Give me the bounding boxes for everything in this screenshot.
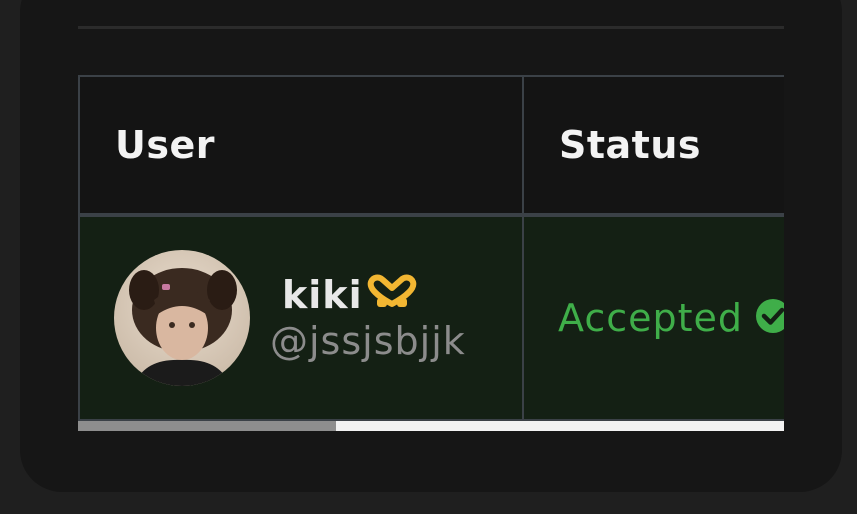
user-names: kiki @jssjsbjjk — [270, 273, 466, 363]
check-circle-icon — [755, 298, 784, 338]
divider — [78, 26, 784, 29]
display-name[interactable]: kiki — [282, 273, 417, 317]
horizontal-scrollbar[interactable] — [78, 421, 784, 431]
status-cell: Accepted — [522, 214, 784, 421]
display-name-text: kiki — [282, 273, 363, 317]
column-header-status[interactable]: Status — [522, 75, 784, 217]
user-cell: kiki @jssjsbjjk — [78, 214, 524, 421]
scrollbar-thumb[interactable] — [78, 421, 336, 431]
table-scroll-container[interactable]: User Status kiki @jssjsbjjk Accepted — [78, 75, 784, 421]
table-header-row: User Status — [78, 75, 784, 217]
avatar[interactable] — [114, 250, 250, 386]
status-text: Accepted — [558, 296, 744, 340]
table-row[interactable]: kiki @jssjsbjjk Accepted — [78, 214, 784, 421]
user-handle: @jssjsbjjk — [270, 319, 466, 363]
users-table: User Status kiki @jssjsbjjk Accepted — [78, 75, 784, 421]
heart-hands-icon — [367, 273, 417, 317]
column-header-user[interactable]: User — [78, 75, 524, 217]
